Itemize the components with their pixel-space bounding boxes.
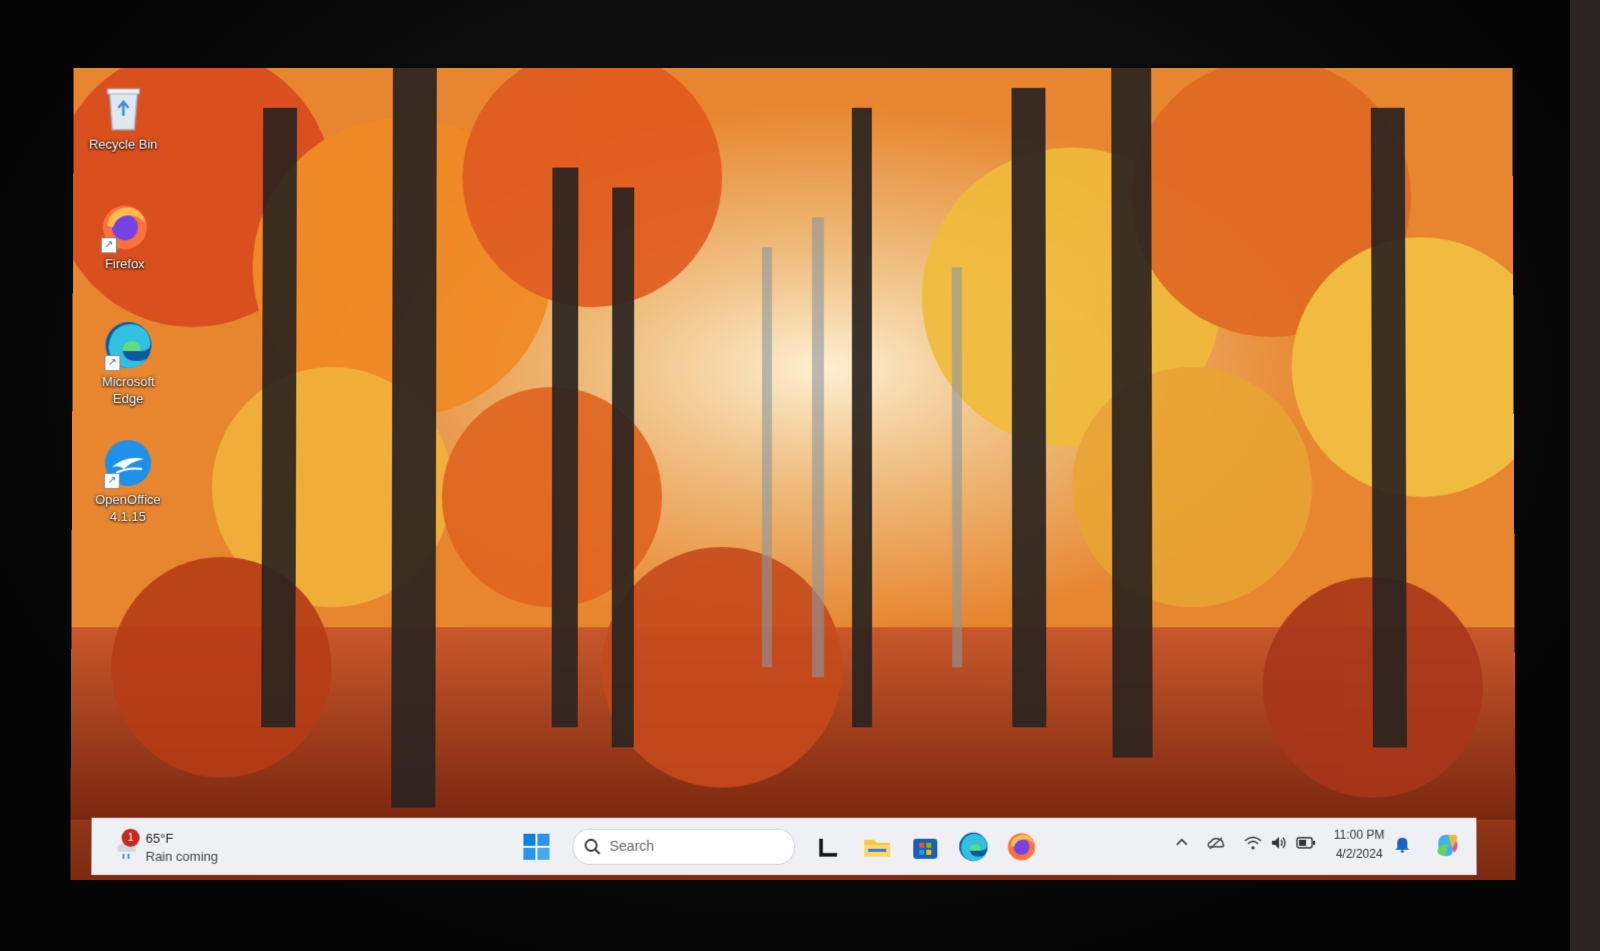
windows-logo-icon — [522, 833, 550, 861]
volume-icon — [1270, 835, 1288, 851]
weather-condition: Rain coming — [146, 849, 218, 864]
search-placeholder: Search — [610, 838, 654, 854]
shortcut-arrow-icon: ↗ — [104, 473, 120, 489]
notifications-button[interactable] — [1394, 835, 1410, 858]
copilot-button[interactable] — [1434, 831, 1462, 864]
taskbar-app-edge[interactable] — [957, 831, 989, 863]
shortcut-arrow-icon: ↗ — [104, 355, 120, 371]
volume-button[interactable] — [1270, 835, 1288, 856]
weather-temperature: 65°F — [146, 831, 174, 846]
clock-time: 11:00 PM — [1319, 826, 1399, 845]
firefox-icon — [1005, 831, 1037, 863]
recycle-bin-icon — [97, 82, 149, 134]
taskbar-app-store[interactable] — [909, 831, 941, 863]
desktop-icon-edge[interactable]: ↗ Microsoft Edge — [78, 319, 178, 407]
shortcut-arrow-icon: ↗ — [101, 237, 117, 253]
firefox-icon: ↗ — [99, 201, 151, 253]
wifi-icon — [1244, 835, 1262, 851]
desktop-icon-label: OpenOffice 4.1.15 — [93, 491, 163, 525]
clock[interactable]: 11:00 PM 4/2/2024 — [1319, 826, 1399, 864]
wifi-button[interactable] — [1244, 835, 1262, 856]
start-button[interactable] — [522, 833, 550, 861]
edge-icon: ↗ — [102, 319, 154, 371]
onedrive-button[interactable] — [1206, 835, 1226, 856]
copilot-icon — [1434, 831, 1462, 859]
desktop-icon-openoffice[interactable]: ↗ OpenOffice 4.1.15 — [78, 437, 178, 525]
edge-icon — [957, 831, 989, 863]
taskbar-app-terminal[interactable] — [813, 831, 845, 863]
desktop-icon-label: Microsoft Edge — [93, 373, 163, 407]
show-hidden-icons-button[interactable] — [1174, 835, 1190, 856]
desktop-screen: Recycle Bin ↗ Firefox ↗ Microsoft Edge ↗… — [70, 68, 1515, 880]
terminal-icon — [813, 831, 845, 863]
cloud-sync-icon — [1206, 835, 1226, 851]
desktop-icon-label: Firefox — [75, 255, 175, 272]
search-icon — [584, 838, 602, 856]
taskbar-app-file-explorer[interactable] — [861, 831, 893, 863]
monitor-edge — [1570, 0, 1600, 951]
desktop-icon-recycle-bin[interactable]: Recycle Bin — [73, 82, 173, 153]
taskbar-app-firefox[interactable] — [1005, 831, 1037, 863]
chevron-up-icon — [1174, 835, 1190, 851]
bell-icon — [1394, 835, 1410, 853]
microsoft-store-icon — [909, 831, 941, 863]
openoffice-icon: ↗ — [102, 437, 154, 489]
search-box[interactable]: Search — [572, 829, 795, 865]
clock-date: 4/2/2024 — [1319, 845, 1399, 864]
file-explorer-icon — [861, 831, 893, 863]
weather-widget[interactable]: 1 65°F Rain coming — [103, 827, 284, 867]
desktop-icon-firefox[interactable]: ↗ Firefox — [75, 201, 175, 272]
desktop-icon-label: Recycle Bin — [73, 136, 173, 153]
wallpaper — [71, 68, 1516, 820]
battery-button[interactable] — [1296, 835, 1316, 856]
weather-badge: 1 — [122, 829, 140, 847]
battery-icon — [1296, 835, 1316, 851]
taskbar: 1 65°F Rain coming Search 11:00 PM 4/2/2… — [91, 818, 1476, 875]
